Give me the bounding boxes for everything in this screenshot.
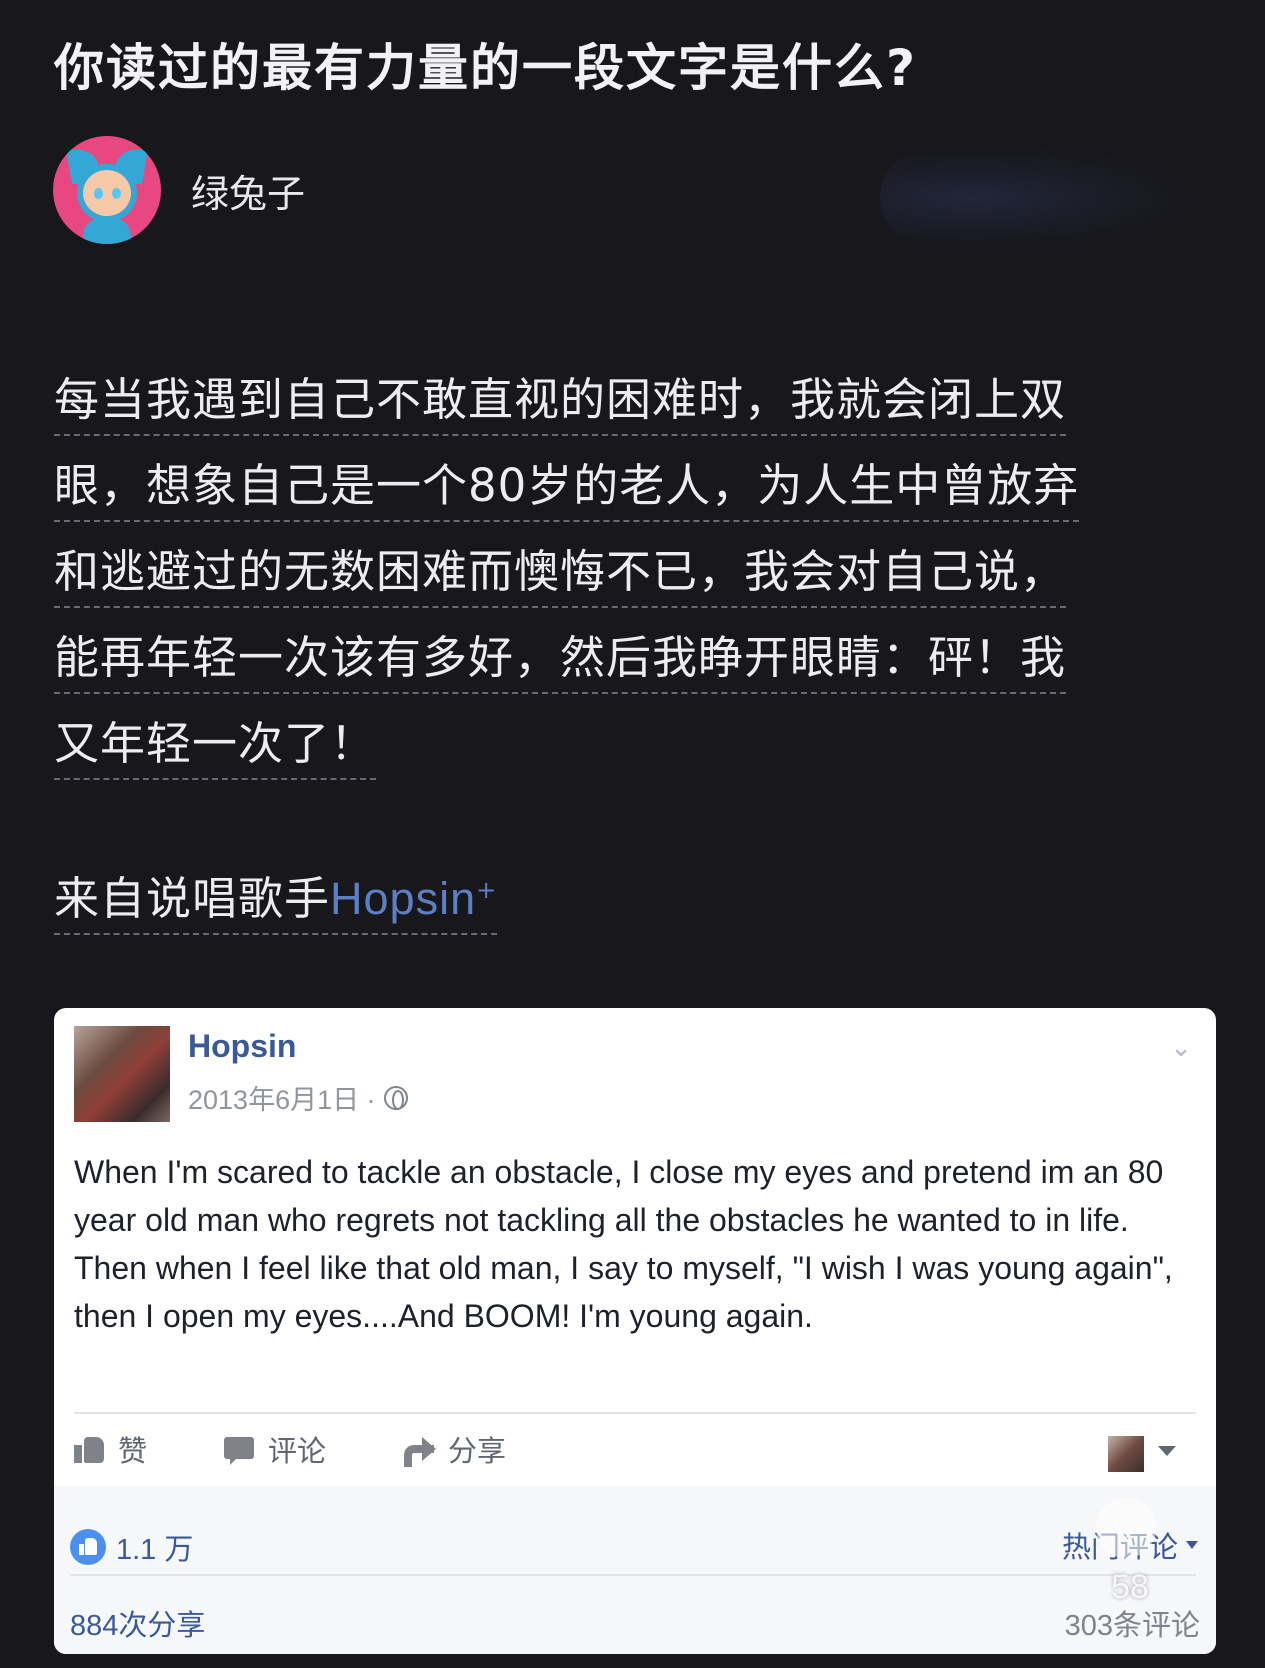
post-footer: 1.1 万 热门评论 884次分享 303条评论 [54,1486,1216,1654]
post-body: When I'm scared to tackle an obstacle, I… [74,1154,1173,1334]
share-action: 分享 [404,1428,506,1470]
author-row[interactable]: 绿兔子 [53,136,305,244]
divider [70,1574,1196,1576]
comment-label: 评论 [268,1436,327,1468]
comment-action: 评论 [224,1428,326,1470]
viewer-avatar [1108,1436,1144,1472]
answer-page: 你读过的最有力量的一段文字是什么? 绿兔子 每当我遇到自己不敢直视的困难时，我就… [0,0,1265,1668]
facebook-post-screenshot: ⌄ Hopsin 2013年6月1日 · When I'm scared to … [54,1008,1216,1654]
answer-line: 眼，想象自己是一个80岁的老人，为人生中曾放弃 [54,456,1080,522]
answer-text: 每当我遇到自己不敢直视的困难时，我就会闭上双 眼，想象自己是一个80岁的老人，为… [54,370,1214,800]
like-action: 赞 [74,1428,147,1470]
heart-icon[interactable]: ♡ [1096,1498,1156,1558]
caret-down-icon [1158,1446,1176,1456]
thumbs-up-icon [74,1435,104,1463]
link-mark-icon: + [476,876,498,904]
likes-count: 1.1 万 [70,1526,193,1568]
like-badge-icon [70,1529,106,1565]
source-prefix: 来自说唱歌手 [54,872,331,925]
post-author: Hopsin [188,1028,297,1064]
post-meta: 2013年6月1日 · [188,1078,408,1117]
likes-value: 1.1 万 [116,1534,194,1566]
answer-line: 又年轻一次了！ [54,714,377,780]
answer-line: 和逃避过的无数困难而懊悔不已，我会对自己说， [54,542,1067,608]
divider [74,1412,1196,1414]
like-label: 赞 [118,1436,148,1468]
favorite-count: 58 [1111,1568,1149,1606]
post-date: 2013年6月1日 · [188,1085,376,1115]
post-actions: 赞 评论 分享 [74,1428,1196,1488]
answer-line: 每当我遇到自己不敢直视的困难时，我就会闭上双 [54,370,1067,436]
cartoon-avatar-icon[interactable] [53,136,161,244]
shares-count: 884次分享 [70,1610,206,1642]
profile-picture [74,1026,170,1122]
share-label: 分享 [448,1436,507,1468]
blurred-region [880,148,1190,248]
source-line: 来自说唱歌手Hopsin+ [54,860,498,935]
comment-icon [224,1435,254,1465]
hopsin-link[interactable]: Hopsin [330,873,476,924]
comments-count: 303条评论 [1064,1610,1200,1642]
answer-line: 能再年轻一次该有多好，然后我睁开眼睛：砰！我 [54,628,1067,694]
caret-down-icon [1186,1541,1198,1549]
globe-icon [383,1085,408,1110]
author-name[interactable]: 绿兔子 [191,163,305,218]
chevron-down-icon: ⌄ [1170,1032,1192,1062]
question-title[interactable]: 你读过的最有力量的一段文字是什么? [54,28,917,100]
share-arrow-icon [404,1435,436,1467]
